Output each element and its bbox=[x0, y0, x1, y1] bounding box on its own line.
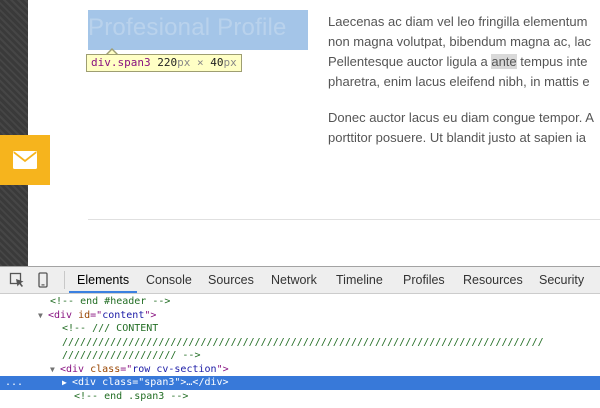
dom-node-comment[interactable]: <!-- end .span3 --> bbox=[0, 390, 600, 404]
expand-triangle-icon[interactable]: ▼ bbox=[38, 309, 48, 323]
text-line: porttitor posuere. Ut blandit justo at s… bbox=[328, 130, 586, 145]
tab-console[interactable]: Console bbox=[146, 267, 192, 293]
tooltip-times: × bbox=[196, 56, 204, 69]
collapsed-triangle-icon[interactable]: ▶ bbox=[62, 376, 72, 390]
element-size-tooltip: div.span3 220px × 40px bbox=[86, 54, 242, 72]
tag-open: <div bbox=[72, 377, 103, 388]
attr-value: content bbox=[102, 309, 145, 321]
devtools-toolbar: Elements Console Sources Network Timelin… bbox=[0, 267, 600, 294]
dom-node-comment[interactable]: <!-- /// CONTENT bbox=[0, 322, 600, 336]
inspect-element-icon[interactable] bbox=[9, 272, 25, 288]
tag-close: ">…</div> bbox=[174, 377, 229, 388]
attr-eq: =" bbox=[120, 363, 133, 375]
tag-close: "> bbox=[216, 363, 229, 375]
tab-sources[interactable]: Sources bbox=[208, 267, 254, 293]
section-divider bbox=[88, 219, 600, 220]
dom-node-comment[interactable]: <!-- end #header --> bbox=[0, 295, 600, 309]
tab-timeline[interactable]: Timeline bbox=[336, 267, 383, 293]
node-menu-dots[interactable]: ... bbox=[5, 376, 23, 390]
tag-open: <div bbox=[60, 363, 91, 375]
text-line: Laecenas ac diam vel leo fringilla eleme… bbox=[328, 14, 588, 29]
tab-security[interactable]: Security bbox=[539, 267, 584, 293]
paragraph: Laecenas ac diam vel leo fringilla eleme… bbox=[328, 12, 600, 92]
tag-close: "> bbox=[144, 309, 157, 321]
comment-text: ////////////////////////////////////////… bbox=[62, 336, 544, 348]
attr-name: id bbox=[78, 309, 91, 321]
devtools-panel: Elements Console Sources Network Timelin… bbox=[0, 266, 600, 408]
attr-name: class bbox=[102, 377, 133, 388]
mail-button[interactable] bbox=[0, 135, 50, 185]
profile-heading: Profesional Profile bbox=[88, 14, 287, 41]
attr-value: row cv-section bbox=[132, 363, 217, 375]
tooltip-width: 220 bbox=[157, 56, 178, 69]
comment-text: /////////////////// --> bbox=[62, 350, 201, 361]
dom-tree: <!-- end #header --> ▼ <div id="content">… bbox=[0, 294, 600, 408]
left-pattern-strip bbox=[0, 0, 28, 266]
tooltip-selector: div.span3 bbox=[91, 56, 151, 69]
tab-resources[interactable]: Resources bbox=[463, 267, 523, 293]
comment-text: <!-- end .span3 --> bbox=[74, 390, 189, 402]
body-text: Laecenas ac diam vel leo fringilla eleme… bbox=[328, 12, 600, 164]
attr-eq: =" bbox=[132, 377, 145, 388]
text-line: tempus inte bbox=[516, 54, 588, 69]
tag-open: <div bbox=[48, 309, 79, 321]
tab-profiles[interactable]: Profiles bbox=[403, 267, 445, 293]
dom-node-comment-cont: ////////////////////////////////////////… bbox=[0, 336, 600, 350]
dom-node-comment-cont: /////////////////// --> bbox=[0, 349, 600, 363]
device-mode-icon[interactable] bbox=[35, 272, 51, 288]
toolbar-separator bbox=[64, 271, 65, 289]
tab-network[interactable]: Network bbox=[271, 267, 317, 293]
text-line: Pellentesque auctor ligula a bbox=[328, 54, 492, 69]
tooltip-unit: px bbox=[177, 56, 191, 69]
attr-eq: =" bbox=[90, 309, 103, 321]
tooltip-height: 40 bbox=[210, 56, 224, 69]
expand-triangle-icon[interactable]: ▼ bbox=[50, 363, 60, 377]
text-line: pharetra, enim lacus eleifend nibh, in m… bbox=[328, 74, 590, 89]
comment-text: <!-- /// CONTENT bbox=[62, 323, 159, 334]
attr-value: span3 bbox=[144, 377, 175, 388]
paragraph: Donec auctor lacus eu diam congue tempor… bbox=[328, 108, 600, 148]
web-page: Profesional Profile div.span3 220px × 40… bbox=[0, 0, 600, 266]
comment-text: <!-- end #header --> bbox=[50, 296, 171, 307]
envelope-icon bbox=[13, 151, 37, 169]
highlighted-word: ante bbox=[491, 54, 517, 69]
tooltip-unit: px bbox=[223, 56, 237, 69]
dom-node-content[interactable]: ▼ <div id="content"> bbox=[0, 309, 600, 323]
attr-name: class bbox=[90, 363, 121, 375]
text-line: non magna volutpat, bibendum magna ac, l… bbox=[328, 34, 592, 49]
tab-elements[interactable]: Elements bbox=[68, 267, 138, 293]
text-line: Donec auctor lacus eu diam congue tempor… bbox=[328, 110, 594, 125]
dom-node-span3-selected[interactable]: ... ▶ <div class="span3">…</div> bbox=[0, 376, 600, 390]
dom-node-row[interactable]: ▼ <div class="row cv-section"> bbox=[0, 363, 600, 377]
